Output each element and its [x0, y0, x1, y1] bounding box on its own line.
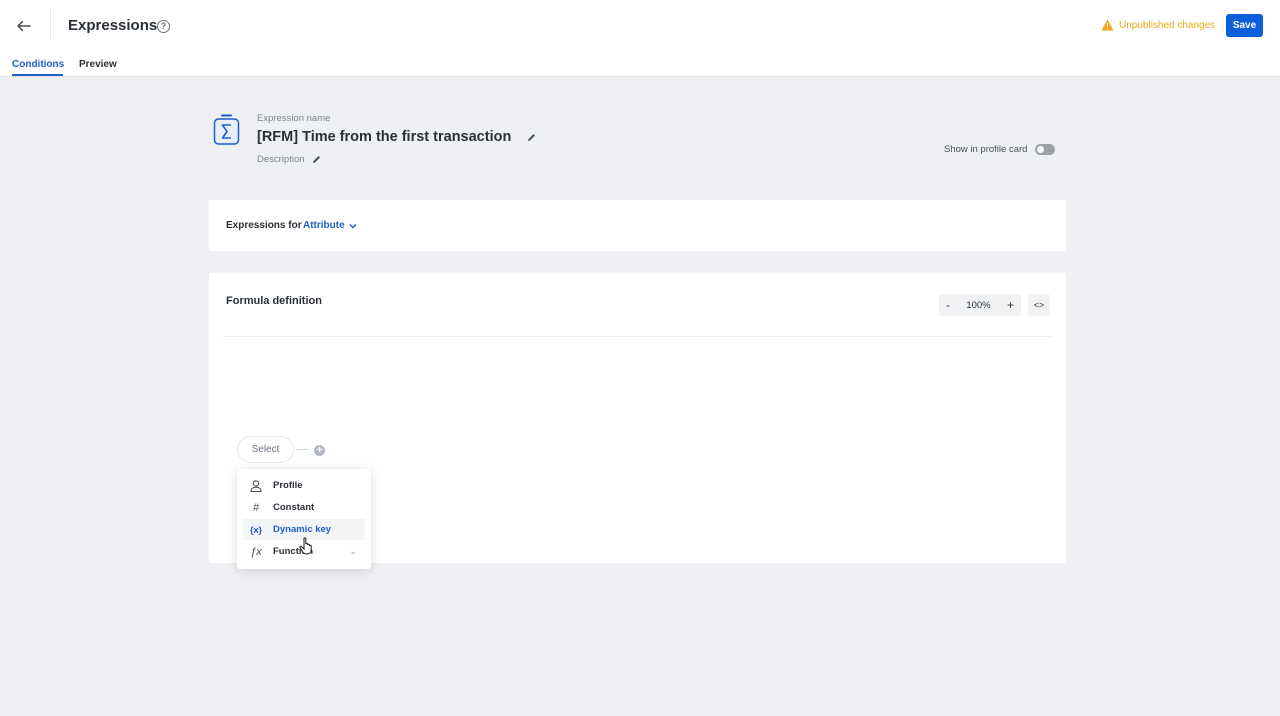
node-connector [296, 449, 308, 450]
expression-name-label: Expression name [257, 113, 331, 124]
unpublished-label: Unpublished changes [1119, 19, 1216, 31]
show-in-profile-card-toggle[interactable] [1035, 144, 1055, 155]
menu-item-label: Constant [273, 502, 315, 513]
user-icon [250, 479, 262, 492]
expressions-for-label: Expressions for [226, 220, 302, 231]
page-title: Expressions [68, 17, 158, 34]
select-node[interactable]: Select [237, 436, 294, 463]
tab-conditions[interactable]: Conditions [12, 59, 64, 70]
menu-item-constant[interactable]: # Constant [243, 497, 365, 518]
card-divider [223, 336, 1051, 337]
variable-icon: {x} [249, 524, 262, 535]
warning-icon [1101, 19, 1114, 31]
unpublished-status: Unpublished changes [1101, 19, 1215, 31]
help-icon[interactable]: ? [157, 20, 170, 33]
zoom-control: - 100% + [939, 294, 1021, 316]
description-label: Description [257, 154, 305, 165]
zoom-level: 100% [966, 299, 991, 311]
menu-item-label: Dynamic key [273, 524, 332, 535]
hand-cursor-icon [299, 537, 312, 555]
fx-icon: ƒx [250, 545, 262, 558]
add-node-icon[interactable]: + [314, 445, 325, 456]
edit-name-icon[interactable] [527, 133, 536, 142]
chevron-down-icon: ⌄ [349, 546, 357, 556]
save-button[interactable]: Save [1226, 14, 1263, 37]
chevron-down-icon [349, 223, 357, 229]
show-in-profile-card-label: Show in profile card [944, 144, 1028, 155]
expression-sigma-icon [213, 114, 240, 145]
formula-definition-title: Formula definition [226, 295, 322, 307]
code-view-button[interactable]: <> [1028, 294, 1050, 316]
menu-item-profile[interactable]: Profile [243, 475, 365, 496]
top-bar: Expressions ? Conditions Preview Unpubli… [0, 0, 1280, 77]
zoom-in-button[interactable]: + [1007, 298, 1014, 312]
expressions-for-value: Attribute [303, 220, 345, 231]
menu-item-label: Profile [273, 480, 303, 491]
hash-icon: # [252, 501, 260, 514]
zoom-out-button[interactable]: - [946, 298, 950, 312]
back-arrow-icon[interactable] [14, 16, 34, 36]
header-divider [50, 8, 51, 40]
expressions-for-dropdown[interactable]: Attribute [303, 220, 357, 231]
expressions-for-card: Expressions for Attribute [209, 200, 1066, 251]
active-tab-indicator [12, 74, 63, 76]
expression-name: [RFM] Time from the first transaction [257, 129, 512, 145]
edit-description-icon[interactable] [312, 155, 321, 164]
tab-preview[interactable]: Preview [79, 59, 117, 70]
